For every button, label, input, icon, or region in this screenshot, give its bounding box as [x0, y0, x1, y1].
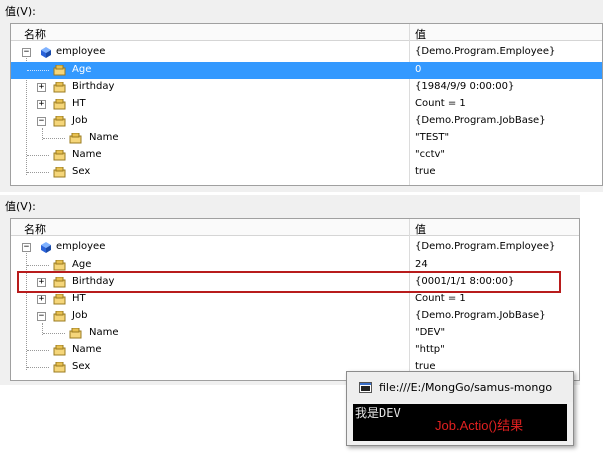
row-value: {Demo.Program.JobBase} — [415, 115, 546, 126]
property-icon — [53, 65, 66, 76]
row-name: employee — [56, 241, 106, 252]
row-value: "TEST" — [415, 132, 450, 143]
tree-row-birthday[interactable]: + Birthday {1984/9/9 0:00:00} — [11, 79, 602, 96]
row-value: {Demo.Program.JobBase} — [415, 310, 546, 321]
row-name: employee — [56, 46, 106, 57]
console-app-icon — [359, 382, 372, 393]
row-value: 0 — [415, 64, 422, 75]
row-value: "http" — [415, 344, 445, 355]
tree-row-name[interactable]: Name "http" — [11, 342, 579, 359]
tree-row-sex[interactable]: Sex true — [11, 164, 602, 181]
collapse-minus-icon[interactable]: − — [22, 243, 31, 252]
console-output-text: 我是DEV — [355, 406, 401, 420]
expand-plus-icon[interactable]: + — [37, 295, 46, 304]
tree-row-age[interactable]: Age 0 — [11, 62, 602, 79]
collapse-minus-icon[interactable]: − — [22, 48, 31, 57]
console-window[interactable]: file:///E:/MongGo/samus-mongo 我是DEV Job.… — [346, 371, 574, 446]
tree-line — [27, 265, 49, 266]
watch-panel-top: 值(V): 名称 值 − employee {Demo.Program.Empl… — [0, 0, 603, 192]
tree-row-employee[interactable]: − employee {Demo.Program.Employee} — [11, 44, 602, 61]
console-title-bar[interactable]: file:///E:/MongGo/samus-mongo — [347, 372, 573, 402]
row-name: Job — [72, 310, 88, 321]
column-header-value[interactable]: 值 — [415, 221, 426, 237]
row-name: HT — [72, 98, 86, 109]
column-header-name[interactable]: 名称 — [24, 26, 46, 42]
property-icon — [53, 82, 66, 93]
row-name: Sex — [72, 361, 91, 372]
property-icon — [53, 99, 66, 110]
tree-row-job-name[interactable]: Name "DEV" — [11, 325, 579, 342]
tree-row-job[interactable]: − Job {Demo.Program.JobBase} — [11, 113, 602, 130]
row-name: Name — [72, 149, 102, 160]
tree-line — [27, 172, 49, 173]
row-name: Name — [72, 344, 102, 355]
cube-icon — [41, 47, 51, 58]
console-title: file:///E:/MongGo/samus-mongo — [379, 381, 553, 394]
console-output-area: 我是DEV Job.Actio()结果 — [353, 404, 567, 441]
watch-grid[interactable]: 名称 值 − employee {Demo.Program.Employee} … — [10, 218, 580, 381]
property-icon — [69, 328, 82, 339]
value-label: 值(V): — [5, 5, 36, 18]
property-icon — [53, 311, 66, 322]
highlight-box — [17, 271, 561, 293]
property-icon — [53, 362, 66, 373]
tree-row-name[interactable]: Name "cctv" — [11, 147, 602, 164]
row-value: {Demo.Program.Employee} — [415, 46, 556, 57]
row-value: Count = 1 — [415, 98, 466, 109]
row-name: Birthday — [72, 81, 115, 92]
collapse-minus-icon[interactable]: − — [37, 312, 46, 321]
tree-row-job[interactable]: − Job {Demo.Program.JobBase} — [11, 308, 579, 325]
property-icon — [53, 167, 66, 178]
column-header-name[interactable]: 名称 — [24, 221, 46, 237]
property-icon — [69, 133, 82, 144]
row-value: 24 — [415, 259, 428, 270]
column-header-value[interactable]: 值 — [415, 26, 426, 42]
row-name: Age — [72, 64, 92, 75]
column-header: 名称 值 — [11, 219, 579, 236]
row-name: Sex — [72, 166, 91, 177]
row-name: Name — [89, 327, 119, 338]
row-value: true — [415, 166, 436, 177]
row-value: {1984/9/9 0:00:00} — [415, 81, 515, 92]
tree-row-ht[interactable]: + HT Count = 1 — [11, 291, 579, 308]
property-icon — [53, 150, 66, 161]
row-name: HT — [72, 293, 86, 304]
row-value: "cctv" — [415, 149, 446, 160]
tree-row-job-name[interactable]: Name "TEST" — [11, 130, 602, 147]
property-icon — [53, 345, 66, 356]
tree-line — [27, 70, 49, 71]
tree-row-ht[interactable]: + HT Count = 1 — [11, 96, 602, 113]
tree-line — [27, 350, 49, 351]
row-value: {Demo.Program.Employee} — [415, 241, 556, 252]
row-value: Count = 1 — [415, 293, 466, 304]
collapse-minus-icon[interactable]: − — [37, 117, 46, 126]
value-label: 值(V): — [5, 200, 36, 213]
tree-line — [27, 155, 49, 156]
column-header: 名称 值 — [11, 24, 602, 41]
row-name: Age — [72, 259, 92, 270]
watch-grid[interactable]: 名称 值 − employee {Demo.Program.Employee} … — [10, 23, 603, 186]
tree-line — [43, 333, 65, 334]
property-icon — [53, 294, 66, 305]
tree-line — [43, 138, 65, 139]
property-icon — [53, 260, 66, 271]
row-name: Name — [89, 132, 119, 143]
property-icon — [53, 116, 66, 127]
annotation-label: Job.Actio()结果 — [435, 418, 524, 433]
tree-line — [27, 367, 49, 368]
row-name: Job — [72, 115, 88, 126]
expand-plus-icon[interactable]: + — [37, 83, 46, 92]
row-value: "DEV" — [415, 327, 446, 338]
tree-row-employee[interactable]: − employee {Demo.Program.Employee} — [11, 239, 579, 256]
expand-plus-icon[interactable]: + — [37, 100, 46, 109]
cube-icon — [41, 242, 51, 253]
